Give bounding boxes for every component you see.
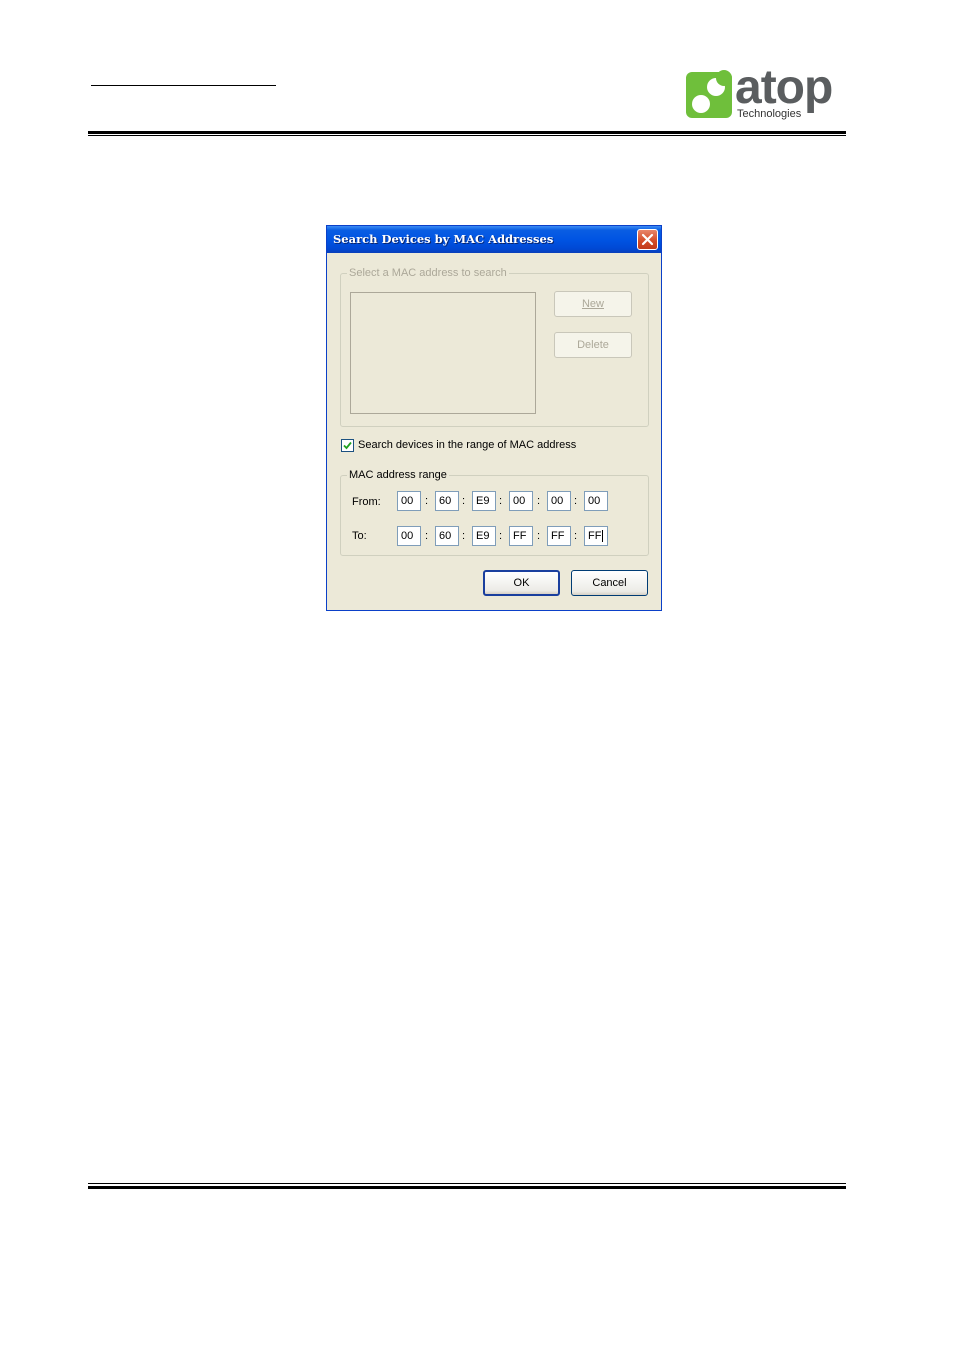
from-separator-2: : <box>462 495 466 507</box>
from-label: From: <box>352 496 381 508</box>
from-separator-3: : <box>499 495 503 507</box>
from-octet-4[interactable]: 00 <box>509 491 533 511</box>
header-rule <box>88 131 846 136</box>
dialog-title: Search Devices by MAC Addresses <box>333 232 554 246</box>
cancel-button[interactable]: Cancel <box>571 570 648 596</box>
text-caret <box>602 530 604 543</box>
to-separator-5: : <box>574 530 578 542</box>
from-octet-3[interactable]: E9 <box>472 491 496 511</box>
from-separator-1: : <box>425 495 429 507</box>
mac-range-group-legend: MAC address range <box>347 469 449 482</box>
select-mac-group-legend: Select a MAC address to search <box>347 267 509 280</box>
to-octet-4[interactable]: FF <box>509 526 533 546</box>
to-octet-3[interactable]: E9 <box>472 526 496 546</box>
range-checkbox[interactable] <box>341 439 354 452</box>
logo-subtitle: Technologies <box>737 108 802 120</box>
new-button-label: New <box>581 298 604 310</box>
checkmark-icon <box>343 441 352 450</box>
dialog-titlebar[interactable]: Search Devices by MAC Addresses <box>327 226 661 253</box>
footer-rule <box>88 1183 846 1189</box>
ok-button-label: OK <box>513 577 530 589</box>
mac-address-listbox[interactable] <box>350 292 536 414</box>
to-octet-2[interactable]: 60 <box>435 526 459 546</box>
from-octet-5[interactable]: 00 <box>547 491 571 511</box>
new-button[interactable]: New <box>554 291 632 317</box>
from-separator-5: : <box>574 495 578 507</box>
cancel-button-label: Cancel <box>592 577 627 589</box>
range-checkbox-label[interactable]: Search devices in the range of MAC addre… <box>358 439 576 452</box>
from-octet-1[interactable]: 00 <box>397 491 421 511</box>
to-separator-2: : <box>462 530 466 542</box>
to-label: To: <box>352 530 367 542</box>
delete-button[interactable]: Delete <box>554 332 632 358</box>
to-separator-1: : <box>425 530 429 542</box>
close-button[interactable] <box>637 229 658 250</box>
to-octet-5[interactable]: FF <box>547 526 571 546</box>
ok-button[interactable]: OK <box>483 570 560 596</box>
delete-button-label: Delete <box>577 339 609 351</box>
to-octet-1[interactable]: 00 <box>397 526 421 546</box>
to-separator-3: : <box>499 530 503 542</box>
to-octet-6[interactable]: FF <box>584 526 608 546</box>
from-octet-6[interactable]: 00 <box>584 491 608 511</box>
to-separator-4: : <box>537 530 541 542</box>
from-separator-4: : <box>537 495 541 507</box>
from-octet-2[interactable]: 60 <box>435 491 459 511</box>
to-octet-6-value: FF <box>588 530 602 542</box>
close-icon <box>641 233 654 246</box>
header-short-rule <box>91 85 276 86</box>
